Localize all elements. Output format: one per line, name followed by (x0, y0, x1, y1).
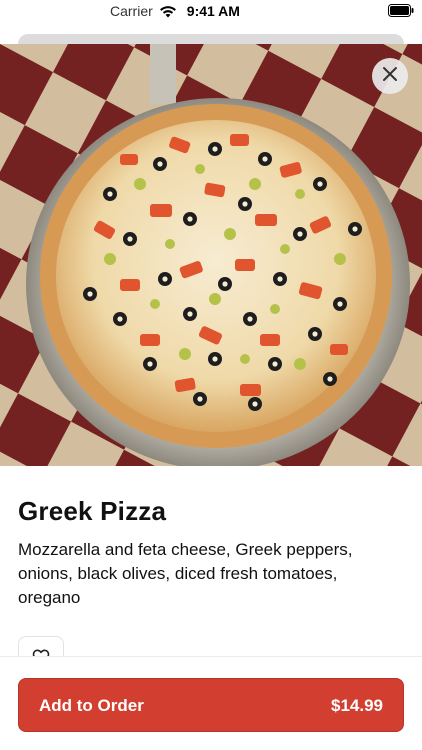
status-left: Carrier 9:41 AM (110, 3, 240, 19)
bottom-bar: Add to Order $14.99 (0, 656, 422, 750)
price-label: $14.99 (331, 696, 383, 715)
clock-time: 9:41 AM (186, 3, 240, 19)
add-to-order-label: Add to Order (39, 696, 144, 715)
battery-icon (388, 4, 414, 20)
wifi-icon (159, 5, 177, 18)
item-description: Mozzarella and feta cheese, Greek pepper… (18, 540, 353, 607)
close-icon (382, 66, 398, 87)
carrier-label: Carrier (110, 3, 153, 19)
item-detail-screen: Carrier 9:41 AM Greek Pizza Mozzarella a… (0, 0, 422, 750)
status-bar: Carrier 9:41 AM (0, 0, 422, 24)
close-button[interactable] (372, 58, 408, 94)
pizza-photo (0, 44, 422, 466)
item-title: Greek Pizza (18, 496, 167, 526)
add-to-order-button[interactable]: Add to Order $14.99 (18, 678, 404, 732)
